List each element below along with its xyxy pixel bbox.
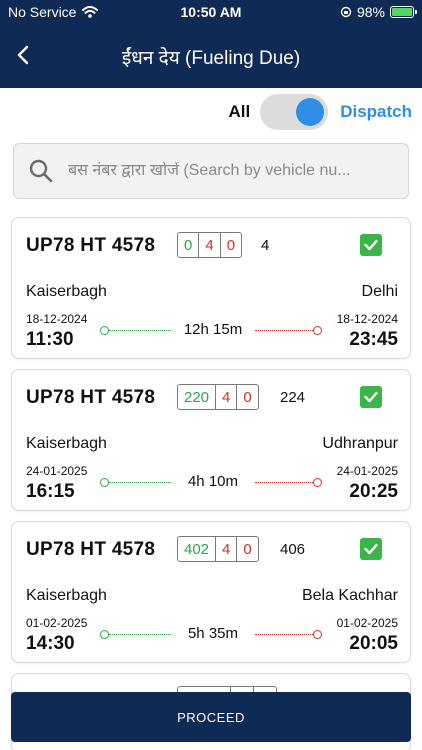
orientation-lock-icon (340, 6, 352, 18)
origin-name: Kaiserbagh (26, 283, 107, 300)
arrival-time: 20:25 (349, 481, 398, 502)
vehicle-number: UP78 HT 4578 (26, 539, 156, 560)
count-box: 0 4 0 (177, 232, 243, 258)
status-right: 98% (340, 4, 417, 20)
status-bar: No Service 10:50 AM 98% (0, 0, 422, 24)
count-green: 402 (184, 540, 210, 558)
vehicle-number: UP78 HT 4578 (26, 235, 156, 256)
destination-name: Bela Kachhar (301, 587, 398, 604)
trip-card[interactable]: UP78 HT 4578 0 4 0 4 Kaiserbagh Delhi 18… (11, 217, 411, 359)
arrival-date: 24-01-2025 (336, 464, 398, 478)
count-green: 0 (184, 236, 193, 254)
destination-dot-icon (313, 478, 322, 487)
route-line-green (109, 482, 171, 483)
arrival-time: 23:45 (349, 329, 398, 350)
departure-time: 11:30 (26, 329, 74, 350)
count-mid: 4 (198, 233, 219, 257)
arrival-time: 20:05 (349, 633, 398, 654)
search-box (13, 143, 409, 199)
origin-dot-icon (100, 326, 109, 335)
switch-knob (296, 98, 325, 126)
origin-dot-icon (100, 630, 109, 639)
dispatch-switch[interactable] (260, 94, 329, 130)
route-line: 12h 15m (100, 321, 322, 341)
origin-dot-icon (100, 478, 109, 487)
trip-duration: 4h 10m (187, 473, 239, 490)
origin-name: Kaiserbagh (26, 435, 107, 452)
vehicle-number: UP78 HT 4578 (26, 387, 156, 408)
route-line: 5h 35m (100, 625, 322, 645)
count-mid: 4 (215, 385, 236, 409)
count-mid: 4 (215, 537, 236, 561)
checkmark-icon (364, 239, 378, 251)
count-red: 0 (236, 385, 257, 409)
trip-card[interactable]: UP78 HT 4578 220 4 0 224 Kaiserbagh Udhr… (11, 369, 411, 511)
departure-date: 01-02-2025 (26, 616, 88, 630)
departure-date: 24-01-2025 (26, 464, 88, 478)
proceed-button[interactable]: PROCEED (11, 692, 411, 742)
total-count: 4 (261, 237, 270, 254)
trip-duration: 5h 35m (187, 625, 239, 642)
route-line-green (109, 330, 171, 331)
trip-duration: 12h 15m (183, 321, 243, 338)
route-line-red (255, 330, 313, 331)
search-input[interactable] (68, 162, 408, 180)
trip-list: UP78 HT 4578 0 4 0 4 Kaiserbagh Delhi 18… (11, 217, 411, 750)
departure-date: 18-12-2024 (26, 312, 88, 326)
count-box: 402 4 0 (177, 536, 259, 562)
page-title: ईंधन देय (Fueling Due) (121, 48, 301, 69)
origin-name: Kaiserbagh (26, 587, 107, 604)
toggle-label-all[interactable]: All (228, 102, 250, 122)
destination-name: Udhranpur (322, 435, 398, 452)
destination-dot-icon (313, 630, 322, 639)
route-line-red (255, 634, 313, 635)
route-line: 4h 10m (100, 473, 322, 493)
arrival-date: 18-12-2024 (336, 312, 398, 326)
count-red: 0 (219, 233, 241, 257)
departure-time: 14:30 (26, 633, 75, 654)
route-line-red (255, 482, 313, 483)
total-count: 224 (280, 389, 306, 406)
departure-time: 16:15 (26, 481, 75, 502)
route-line-green (109, 634, 171, 635)
battery-icon (390, 6, 417, 18)
toggle-label-dispatch[interactable]: Dispatch (340, 102, 412, 122)
app-header: No Service 10:50 AM 98% ईंधन देय (Fuelin… (0, 0, 422, 88)
count-green: 220 (184, 388, 210, 406)
checkbox-checked[interactable] (360, 538, 382, 560)
trip-card[interactable]: UP78 HT 4578 402 4 0 406 Kaiserbagh Bela… (11, 521, 411, 663)
arrival-date: 01-02-2025 (336, 616, 398, 630)
battery-percent: 98% (356, 4, 385, 20)
destination-dot-icon (313, 326, 322, 335)
destination-name: Delhi (361, 283, 398, 300)
search-icon (29, 159, 53, 183)
count-red: 0 (236, 537, 257, 561)
checkbox-checked[interactable] (360, 234, 382, 256)
count-box: 220 4 0 (177, 384, 259, 410)
checkbox-checked[interactable] (360, 386, 382, 408)
filter-toggle: All Dispatch (228, 94, 412, 130)
battery-level (392, 8, 412, 16)
checkmark-icon (364, 543, 378, 555)
checkmark-icon (364, 391, 378, 403)
total-count: 406 (280, 541, 306, 558)
